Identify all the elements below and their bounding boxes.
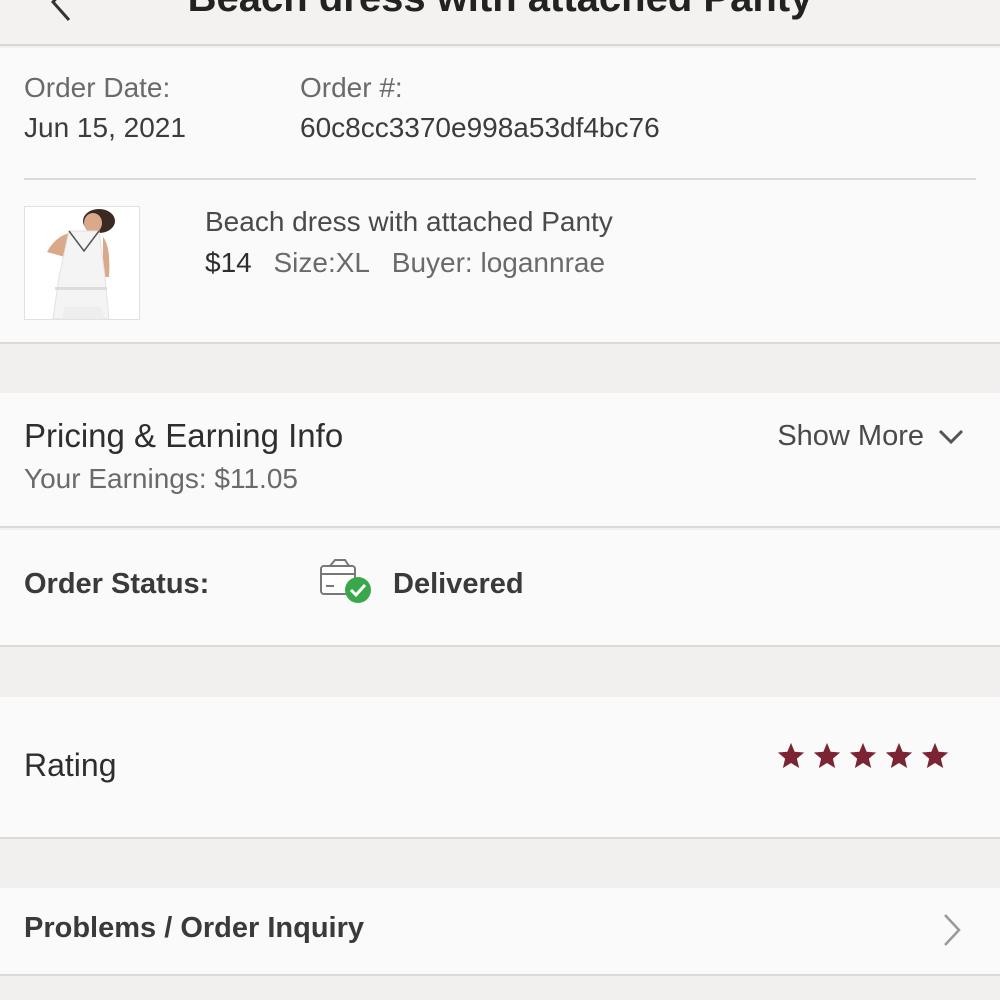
top-bar: Beach dress with attached Panty [0,0,1000,46]
earnings-text: Your Earnings: $11.05 [24,463,298,494]
pricing-section: Pricing & Earning Info Your Earnings: $1… [0,393,1000,528]
star-icon [813,742,841,768]
item-thumbnail[interactable] [24,206,140,320]
star-icon [777,742,805,768]
order-status-label: Order Status: [24,568,210,600]
rating-section: Rating [0,697,1000,839]
rating-label: Rating [24,747,117,783]
order-date-label: Order Date: [24,72,171,103]
page-title: Beach dress with attached Panty [0,0,1000,21]
item-title[interactable]: Beach dress with attached Panty [205,206,613,238]
item-size: Size:XL [273,247,371,278]
star-icon [885,742,913,768]
show-more-button[interactable]: Show More [777,420,964,453]
dress-image [25,207,139,319]
item-meta: $14 Size:XL Buyer: logannrae [205,247,605,279]
delivered-box-icon [318,558,376,608]
order-status-value: Delivered [393,568,524,600]
chevron-right-icon [944,914,961,946]
item-buyer: Buyer: logannrae [391,247,606,278]
divider [24,178,976,180]
order-date-value: Jun 15, 2021 [24,112,186,143]
rating-stars [776,741,950,771]
pricing-title: Pricing & Earning Info [24,417,344,454]
chevron-down-icon [938,429,964,444]
problems-order-inquiry-row[interactable]: Problems / Order Inquiry [0,888,1000,976]
item-price: $14 [205,247,252,278]
order-number-label: Order #: [300,72,403,103]
star-icon [921,742,949,768]
show-more-label: Show More [777,420,924,452]
problems-label: Problems / Order Inquiry [24,912,365,944]
order-summary-section: Order Date: Jun 15, 2021 Order #: 60c8cc… [0,48,1000,344]
order-number-value: 60c8cc3370e998a53df4bc76 [300,112,660,143]
order-status-section: Order Status: Delivered [0,530,1000,647]
star-icon [849,742,877,768]
